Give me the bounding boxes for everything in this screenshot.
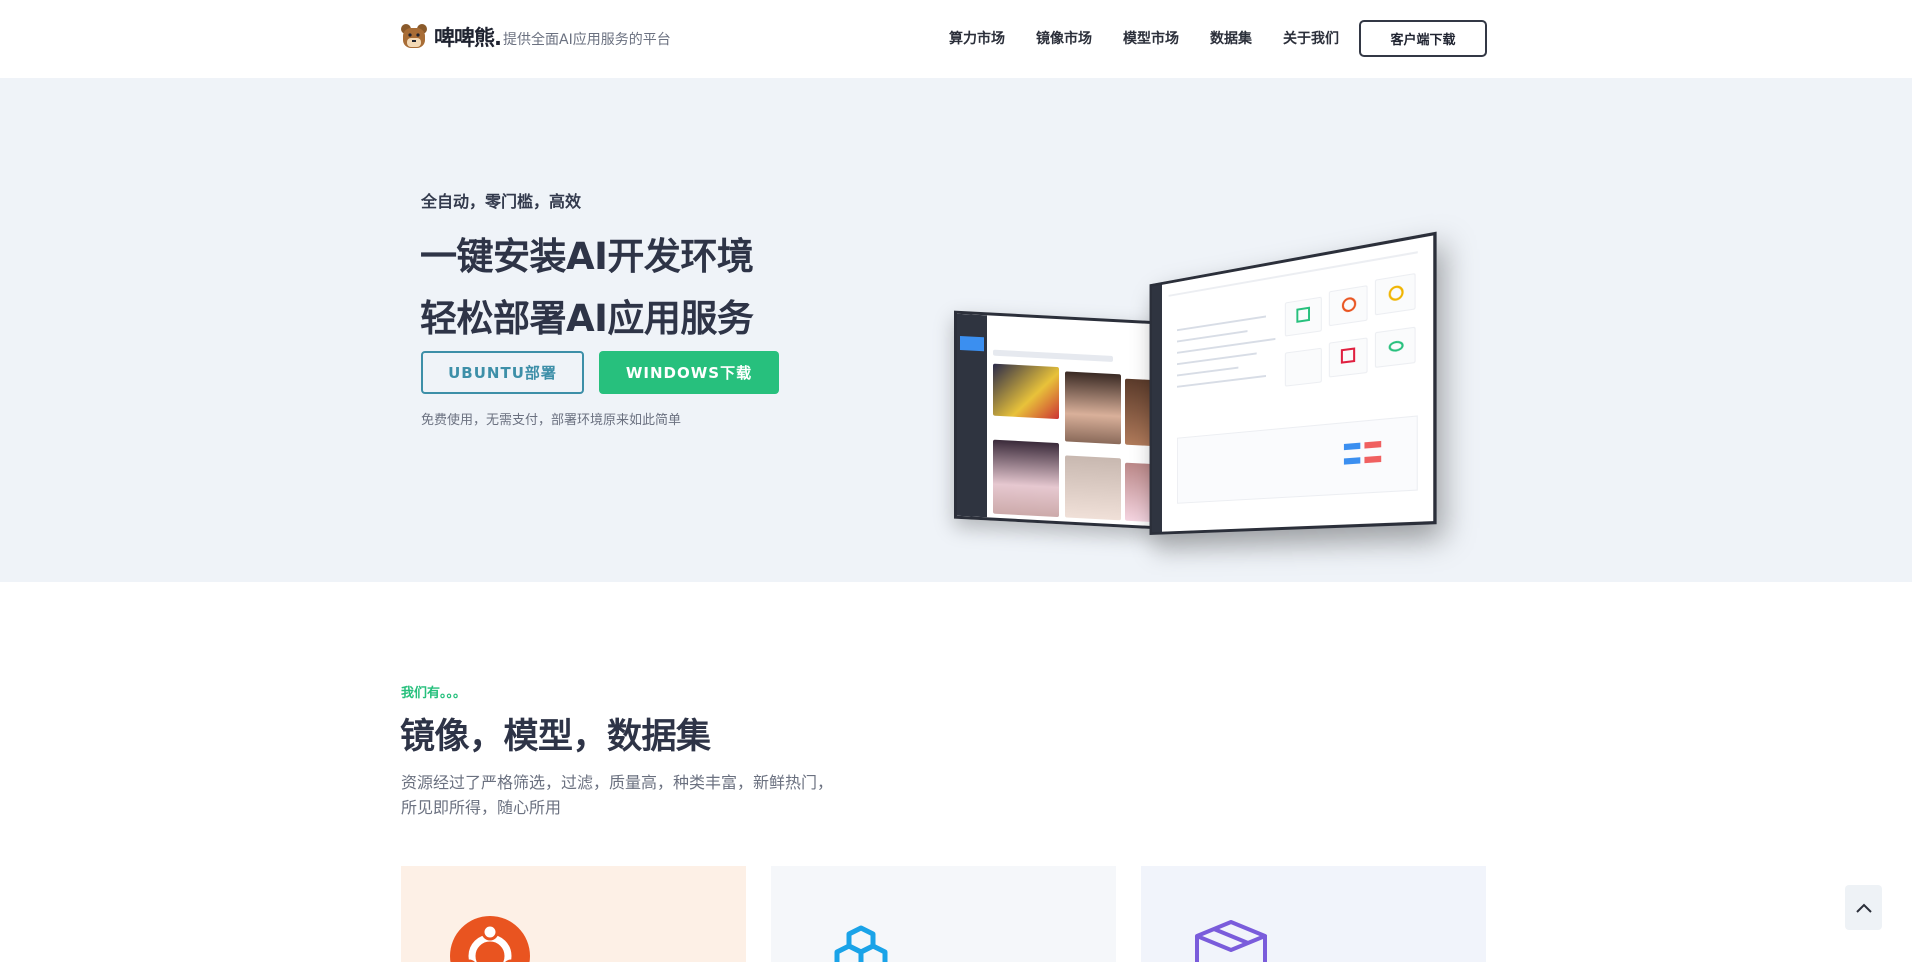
top-header: 啤啤熊. 提供全面AI应用服务的平台 算力市场 镜像市场 模型市场 数据集 关于… — [0, 0, 1912, 78]
nav-datasets[interactable]: 数据集 — [1210, 28, 1252, 48]
nav-compute-market[interactable]: 算力市场 — [949, 28, 1005, 48]
section-desc-line1: 资源经过了严格筛选，过滤，质量高，种类丰富，新鲜热门， — [401, 773, 834, 792]
feature-card-models[interactable] — [771, 866, 1116, 962]
cubes-icon — [834, 925, 888, 962]
hero-subtitle: 全自动，零门槛，高效 — [421, 192, 582, 211]
box-icon — [1195, 920, 1267, 962]
hero-title-line1: 一键安装AI开发环境 — [420, 235, 754, 278]
section-description: 资源经过了严格筛选，过滤，质量高，种类丰富，新鲜热门， 所见即所得，随心所用 — [401, 770, 861, 820]
nav-model-market[interactable]: 模型市场 — [1123, 28, 1179, 48]
section-desc-line2: 所见即所得，随心所用 — [401, 798, 562, 817]
section-kicker: 我们有。。。 — [401, 686, 467, 701]
client-download-button[interactable]: 客户端下载 — [1359, 20, 1487, 57]
chevron-up-icon — [1855, 903, 1872, 913]
ubuntu-icon — [450, 916, 530, 962]
main-nav: 算力市场 镜像市场 模型市场 数据集 关于我们 — [949, 28, 1339, 48]
app-screenshot-mockup — [950, 231, 1450, 550]
hero-section: 全自动，零门槛，高效 一键安装AI开发环境 轻松部署AI应用服务 UBUNTU部… — [0, 78, 1912, 582]
brand-name: 啤啤熊. — [434, 26, 502, 50]
ubuntu-deploy-button[interactable]: UBUNTU部署 — [421, 351, 584, 394]
feature-card-datasets[interactable] — [1141, 866, 1486, 962]
feature-card-images[interactable] — [401, 866, 746, 962]
logo[interactable]: 啤啤熊. — [400, 22, 502, 52]
site-tagline: 提供全面AI应用服务的平台 — [503, 32, 671, 48]
bear-logo-icon — [400, 22, 428, 52]
section-title: 镜像，模型，数据集 — [400, 717, 711, 757]
hero-title-line2: 轻松部署AI应用服务 — [420, 297, 754, 340]
back-to-top-button[interactable] — [1845, 885, 1882, 930]
nav-image-market[interactable]: 镜像市场 — [1036, 28, 1092, 48]
mockup-dashboard-window — [1149, 231, 1437, 535]
mockup-gallery-window — [954, 310, 1159, 530]
hero-note: 免费使用，无需支付，部署环境原来如此简单 — [421, 413, 682, 428]
windows-download-button[interactable]: WINDOWS下载 — [599, 351, 779, 394]
nav-about-us[interactable]: 关于我们 — [1283, 28, 1339, 48]
